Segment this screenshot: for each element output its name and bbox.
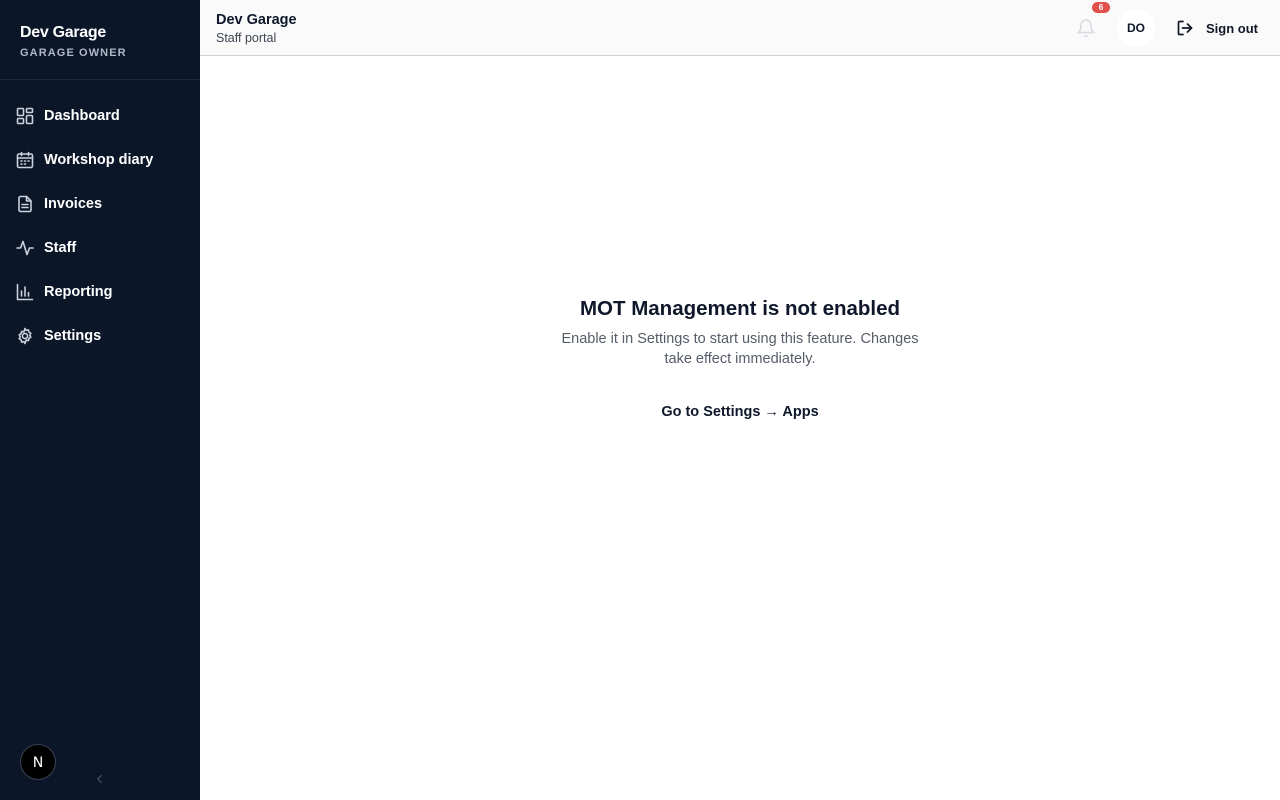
empty-state-description: Enable it in Settings to start using thi… xyxy=(561,331,919,367)
sidebar-nav: Dashboard Workshop diary Invoices Staff … xyxy=(0,80,200,358)
empty-state: MOT Management is not enabled Enable it … xyxy=(540,296,940,421)
brand: Dev Garage GARAGE OWNER xyxy=(0,0,200,80)
sidebar-item-staff[interactable]: Staff xyxy=(0,226,200,270)
sidebar-item-label: Staff xyxy=(44,240,77,256)
sidebar-item-label: Reporting xyxy=(44,284,113,300)
sidebar-item-label: Invoices xyxy=(44,196,103,212)
n-logo-icon: N xyxy=(33,755,44,771)
footer-avatar-letter: N xyxy=(33,755,44,771)
empty-state-title: MOT Management is not enabled xyxy=(579,297,901,320)
sidebar-item-settings[interactable]: Settings xyxy=(0,314,200,358)
bell-icon xyxy=(1075,19,1097,38)
sidebar: Dev Garage GARAGE OWNER Dashboard Worksh… xyxy=(0,0,200,800)
sidebar-item-label: Settings xyxy=(44,328,102,344)
sidebar-item-label: Workshop diary xyxy=(44,152,154,168)
sidebar-item-invoices[interactable]: Invoices xyxy=(0,182,200,226)
page-subtitle: Staff portal xyxy=(216,31,277,45)
activity-icon xyxy=(16,239,34,257)
dashboard-icon xyxy=(16,107,34,125)
topbar: Dev Garage Staff portal 6 DO Sign out xyxy=(200,0,1280,56)
sidebar-item-workshop-diary[interactable]: Workshop diary xyxy=(0,138,200,182)
sign-out-label: Sign out xyxy=(1206,20,1258,36)
collapse-button[interactable] xyxy=(92,771,108,787)
notification-badge: 6 xyxy=(1092,2,1110,13)
calendar-icon xyxy=(16,151,34,169)
bar-chart-icon xyxy=(16,283,34,301)
sign-out-button[interactable]: Sign out xyxy=(1176,17,1258,39)
user-avatar[interactable]: DO xyxy=(1117,9,1155,47)
sidebar-item-dashboard[interactable]: Dashboard xyxy=(0,94,200,138)
sidebar-item-label: Dashboard xyxy=(44,108,120,124)
chevron-left-icon xyxy=(96,774,102,784)
go-to-settings-link[interactable]: Go to Settings → Apps xyxy=(661,404,818,420)
sidebar-item-reporting[interactable]: Reporting xyxy=(0,270,200,314)
sign-out-icon xyxy=(1177,20,1193,36)
brand-role: GARAGE OWNER xyxy=(20,47,127,59)
gear-icon xyxy=(16,327,34,345)
brand-name: Dev Garage xyxy=(20,24,106,41)
footer-avatar[interactable]: N xyxy=(20,744,56,780)
document-icon xyxy=(16,195,34,213)
notifications-button[interactable] xyxy=(1075,17,1097,39)
page-title: Dev Garage xyxy=(216,12,297,28)
main-content: MOT Management is not enabled Enable it … xyxy=(200,56,1280,800)
